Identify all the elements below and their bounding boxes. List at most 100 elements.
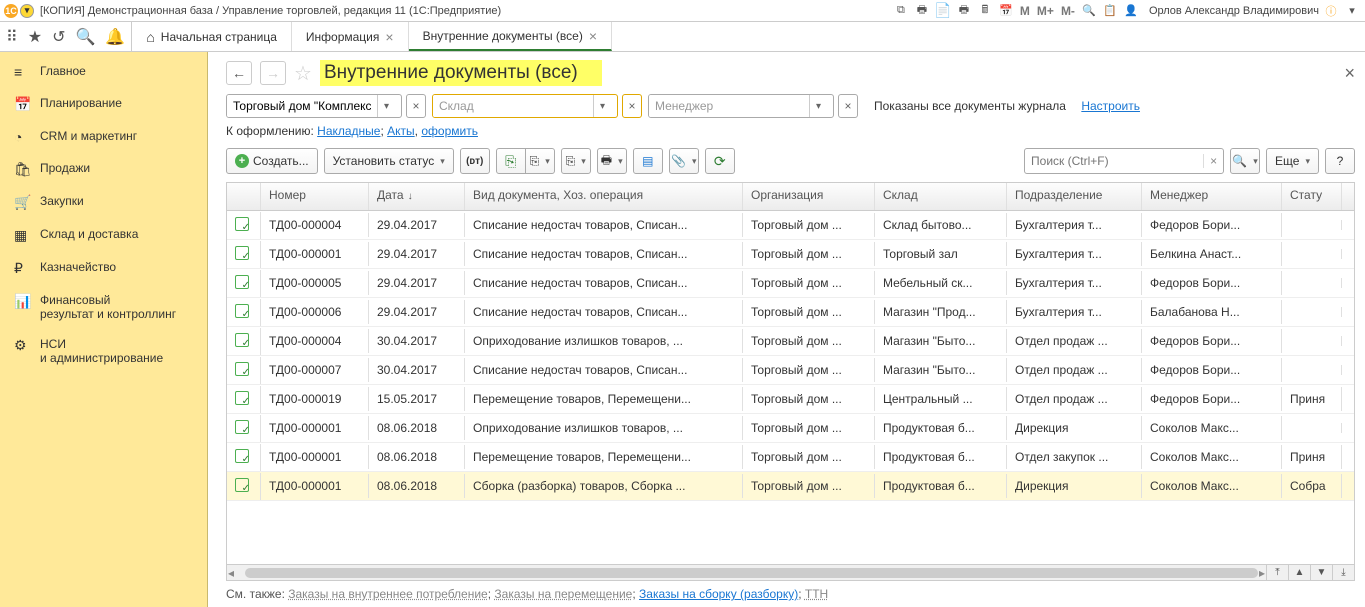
close-icon[interactable]: × — [589, 28, 597, 44]
scroll-thumb[interactable] — [245, 568, 1258, 578]
org-input[interactable] — [227, 95, 377, 117]
close-page-button[interactable]: × — [1344, 63, 1355, 84]
nav-down-button[interactable]: ▼ — [1310, 565, 1332, 581]
print2-icon[interactable]: 🖶 — [955, 3, 973, 19]
sidebar-item-5[interactable]: ▦Склад и доставка — [0, 219, 207, 252]
clear-manager-button[interactable]: × — [838, 94, 858, 118]
search-input[interactable] — [1025, 154, 1203, 168]
table-row[interactable]: ТД00-00000108.06.2018Сборка (разборка) т… — [227, 472, 1354, 501]
search-clear-button[interactable]: × — [1203, 154, 1223, 168]
search-button[interactable]: 🔍▾ — [1230, 148, 1260, 174]
footer-link-0[interactable]: Заказы на внутреннее потребление — [288, 587, 487, 601]
search-box[interactable]: × — [1024, 148, 1224, 174]
table-row[interactable]: ТД00-00000430.04.2017Оприходование излиш… — [227, 327, 1354, 356]
nav-up-button[interactable]: ▲ — [1288, 565, 1310, 581]
calc-icon[interactable]: 🖩 — [976, 3, 994, 19]
link-akty[interactable]: Акты — [387, 124, 415, 138]
refresh-button[interactable]: ⟳ — [705, 148, 735, 174]
bell-icon[interactable]: 🔔 — [105, 27, 125, 47]
copy3-button[interactable]: ⎘▾ — [561, 148, 591, 174]
link-oform[interactable]: оформить — [421, 124, 478, 138]
table-row[interactable]: ТД00-00000429.04.2017Списание недостач т… — [227, 211, 1354, 240]
table-row[interactable]: ТД00-00000629.04.2017Списание недостач т… — [227, 298, 1354, 327]
tab-documents[interactable]: Внутренние документы (все) × — [409, 22, 612, 51]
doc-icon[interactable]: 📄 — [934, 3, 952, 19]
cell-kind: Списание недостач товаров, Списан... — [465, 213, 743, 237]
org-combo[interactable]: ▾ — [226, 94, 402, 118]
report-button[interactable]: ▤ — [633, 148, 663, 174]
user-name[interactable]: Орлов Александр Владимирович — [1149, 5, 1319, 17]
back-button[interactable]: ← — [226, 61, 252, 85]
print-icon[interactable]: 🖶 — [913, 3, 931, 19]
sidebar-item-4[interactable]: 🛒Закупки — [0, 186, 207, 219]
link-naklad[interactable]: Накладные — [317, 124, 380, 138]
tab-home[interactable]: ⌂ Начальная страница — [132, 22, 292, 51]
sidebar-item-1[interactable]: 📅Планирование — [0, 88, 207, 121]
m-plus-button[interactable]: M+ — [1035, 4, 1056, 18]
sidebar-item-6[interactable]: ₽Казначейство — [0, 252, 207, 285]
sidebar-item-8[interactable]: ⚙НСИи администрирование — [0, 329, 207, 373]
manager-input[interactable] — [649, 95, 809, 117]
copy2-button[interactable]: ⎘▾ — [525, 148, 555, 174]
m-minus-button[interactable]: M- — [1059, 4, 1077, 18]
help-button[interactable]: ? — [1325, 148, 1355, 174]
search-icon[interactable]: 🔍 — [75, 27, 95, 47]
warehouse-combo[interactable]: ▾ — [432, 94, 618, 118]
info-icon[interactable]: ⓘ — [1322, 3, 1340, 19]
table-row[interactable]: ТД00-00000108.06.2018Оприходование излиш… — [227, 414, 1354, 443]
sidebar-item-0[interactable]: ≡Главное — [0, 56, 207, 88]
footer-link-2[interactable]: Заказы на сборку (разборку) — [639, 587, 798, 601]
col-status[interactable]: Стату — [1282, 183, 1342, 210]
clipboard-icon[interactable]: 📋 — [1101, 3, 1119, 19]
manager-combo[interactable]: ▾ — [648, 94, 834, 118]
col-number[interactable]: Номер — [261, 183, 369, 210]
fav-icon[interactable]: ⧉ — [892, 3, 910, 19]
sidebar-item-3[interactable]: 🛍Продажи — [0, 153, 207, 186]
dropdown-icon[interactable]: ▾ — [809, 95, 827, 117]
dropdown-icon[interactable]: ▾ — [20, 4, 34, 18]
tab-info[interactable]: Информация × — [292, 22, 409, 51]
table-row[interactable]: ТД00-00001915.05.2017Перемещение товаров… — [227, 385, 1354, 414]
table-row[interactable]: ТД00-00000129.04.2017Списание недостач т… — [227, 240, 1354, 269]
col-manager[interactable]: Менеджер — [1142, 183, 1282, 210]
h-scrollbar[interactable]: ◂ ▸ ⤒ ▲ ▼ ⤓ — [227, 564, 1354, 580]
apps-icon[interactable]: ⠿ — [6, 27, 18, 47]
footer-link-1[interactable]: Заказы на перемещение — [494, 587, 632, 601]
table-row[interactable]: ТД00-00000529.04.2017Списание недостач т… — [227, 269, 1354, 298]
tool-dt-button[interactable]: (ᴅᴛ) — [460, 148, 490, 174]
sidebar-item-7[interactable]: 📊Финансовыйрезультат и контроллинг — [0, 285, 207, 329]
warehouse-input[interactable] — [433, 95, 593, 117]
attach-button[interactable]: 📎▾ — [669, 148, 699, 174]
menu-icon[interactable]: ▾ — [1343, 3, 1361, 19]
favorite-toggle[interactable]: ☆ — [294, 61, 312, 86]
col-warehouse[interactable]: Склад — [875, 183, 1007, 210]
calendar-icon[interactable]: 📅 — [997, 3, 1015, 19]
close-icon[interactable]: × — [385, 29, 393, 45]
configure-link[interactable]: Настроить — [1081, 99, 1140, 113]
clear-org-button[interactable]: × — [406, 94, 426, 118]
footer-link-3[interactable]: ТТН — [805, 587, 828, 601]
copy1-button[interactable]: ⎘ — [496, 148, 526, 174]
forward-button[interactable]: → — [260, 61, 286, 85]
zoom-icon[interactable]: 🔍 — [1080, 3, 1098, 19]
table-row[interactable]: ТД00-00000108.06.2018Перемещение товаров… — [227, 443, 1354, 472]
m-button[interactable]: M — [1018, 4, 1032, 18]
nav-first-button[interactable]: ⤒ — [1266, 565, 1288, 581]
more-button[interactable]: Еще▾ — [1266, 148, 1319, 174]
print-button[interactable]: 🖶▾ — [597, 148, 627, 174]
col-org[interactable]: Организация — [743, 183, 875, 210]
col-icon[interactable] — [227, 183, 261, 210]
clear-warehouse-button[interactable]: × — [622, 94, 642, 118]
table-row[interactable]: ТД00-00000730.04.2017Списание недостач т… — [227, 356, 1354, 385]
dropdown-icon[interactable]: ▾ — [377, 95, 395, 117]
star-icon[interactable]: ★ — [28, 27, 42, 47]
col-kind[interactable]: Вид документа, Хоз. операция — [465, 183, 743, 210]
create-button[interactable]: + Создать... — [226, 148, 318, 174]
dropdown-icon[interactable]: ▾ — [593, 95, 611, 117]
set-status-button[interactable]: Установить статус ▾ — [324, 148, 454, 174]
sidebar-item-2[interactable]: ◔CRM и маркетинг — [0, 121, 207, 153]
history-icon[interactable]: ↺ — [52, 27, 65, 47]
col-department[interactable]: Подразделение — [1007, 183, 1142, 210]
nav-last-button[interactable]: ⤓ — [1332, 565, 1354, 581]
col-date[interactable]: Дата↓ — [369, 183, 465, 210]
